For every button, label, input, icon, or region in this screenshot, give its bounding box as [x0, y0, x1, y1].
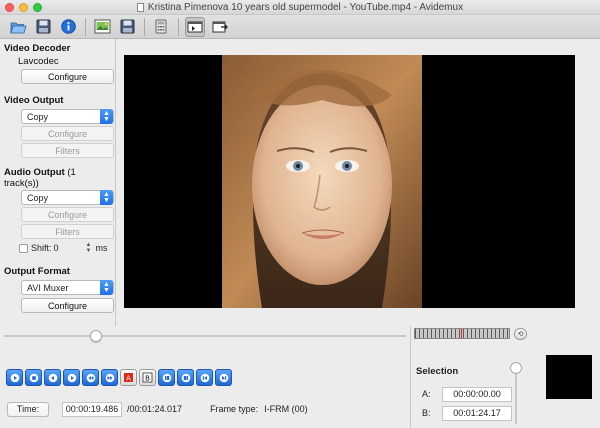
document-icon — [136, 2, 144, 12]
previous-frame-button[interactable] — [44, 369, 61, 386]
toolbar — [0, 15, 600, 39]
video-frame-image — [222, 55, 422, 308]
marker-b-row: B: 00:01:24.17 — [416, 405, 512, 421]
previous-keyframe-button[interactable] — [82, 369, 99, 386]
open-image-icon[interactable] — [92, 17, 112, 37]
volume-knob[interactable] — [510, 362, 522, 374]
select-arrows-icon: ▲ ▼ — [100, 190, 113, 205]
audio-output-filters-button[interactable]: Filters — [21, 224, 114, 239]
video-decoder-codec: Lavcodec — [18, 56, 59, 67]
svg-text:B: B — [145, 374, 150, 382]
audio-output-title: Audio Output — [4, 167, 65, 178]
jog-shuttle[interactable] — [414, 328, 510, 339]
marker-a-row: A: 00:00:00.00 — [416, 386, 512, 402]
audio-output-select[interactable]: Copy ▲ ▼ — [21, 190, 114, 205]
audio-output-selected: Copy — [27, 192, 49, 203]
output-format-select[interactable]: AVI Muxer ▲ ▼ — [21, 280, 114, 295]
svg-text:A: A — [126, 374, 131, 382]
current-time-field[interactable]: 00:00:19.486 — [62, 401, 122, 417]
total-duration: /00:01:24.017 — [127, 404, 183, 414]
audio-shift-row: Shift: 0 ▲ ▼ ms — [19, 241, 111, 255]
select-arrows-icon: ▲ ▼ — [100, 280, 113, 295]
timeline-knob[interactable] — [90, 330, 103, 342]
video-output-select[interactable]: Copy ▲ ▼ — [21, 109, 114, 124]
maximize-window-button[interactable] — [33, 3, 42, 12]
shift-stepper[interactable]: ▲ ▼ — [85, 241, 93, 255]
output-format-selected: AVI Muxer — [27, 282, 69, 293]
settings-panel: Video Decoder Lavcodec Configure Video O… — [0, 39, 116, 326]
video-output-configure-button[interactable]: Configure — [21, 126, 114, 141]
shift-unit: ms — [95, 243, 108, 253]
transport-controls: A B — [6, 369, 232, 386]
audio-output-heading: Audio Output (1 track(s)) — [4, 167, 111, 189]
info-icon[interactable] — [58, 17, 78, 37]
window-controls — [5, 3, 42, 12]
output-preview-icon[interactable] — [210, 17, 230, 37]
frame-type-value: I-FRM (00) — [264, 404, 308, 414]
video-output-heading: Video Output — [4, 95, 64, 106]
previous-black-frame-button[interactable] — [158, 369, 175, 386]
time-row: Time: 00:00:19.486 /00:01:24.017 Frame t… — [7, 401, 308, 417]
video-area — [117, 39, 600, 326]
marker-b-field[interactable]: 00:01:24.17 — [442, 405, 512, 421]
window-title-text: Kristina Pimenova 10 years old supermode… — [147, 1, 464, 13]
play-button[interactable] — [6, 369, 23, 386]
divider — [410, 326, 411, 428]
shift-input[interactable]: 0 — [52, 241, 82, 255]
time-button[interactable]: Time: — [7, 401, 49, 417]
jog-marker — [461, 329, 462, 338]
timeline-track[interactable] — [4, 335, 406, 337]
input-preview-icon[interactable] — [185, 16, 205, 37]
close-window-button[interactable] — [5, 3, 14, 12]
set-marker-b-button[interactable]: B — [139, 369, 156, 386]
set-marker-a-button[interactable]: A — [120, 369, 137, 386]
toolbar-separator — [178, 17, 179, 36]
video-frame — [124, 55, 575, 308]
video-decoder-configure-button[interactable]: Configure — [21, 69, 114, 84]
toolbar-separator — [144, 17, 145, 36]
video-decoder-heading: Video Decoder — [4, 43, 71, 54]
selection-panel: Selection A: 00:00:00.00 B: 00:01:24.17 — [416, 366, 512, 424]
marker-b-label: B: — [422, 408, 431, 418]
audio-output-configure-button[interactable]: Configure — [21, 207, 114, 222]
volume-slider[interactable] — [515, 366, 517, 424]
minimize-window-button[interactable] — [19, 3, 28, 12]
window-title: Kristina Pimenova 10 years old supermode… — [136, 1, 464, 13]
open-folder-icon[interactable] — [8, 17, 28, 37]
save-icon[interactable] — [33, 17, 53, 37]
next-keyframe-button[interactable] — [101, 369, 118, 386]
go-to-last-frame-button[interactable] — [215, 369, 232, 386]
next-frame-button[interactable] — [63, 369, 80, 386]
jog-reset-icon[interactable]: ⟲ — [514, 328, 527, 340]
output-format-heading: Output Format — [4, 266, 70, 277]
shift-label: Shift: — [31, 243, 52, 253]
calculator-icon[interactable] — [151, 17, 171, 37]
next-black-frame-button[interactable] — [177, 369, 194, 386]
save-image-icon[interactable] — [117, 17, 137, 37]
select-arrows-icon: ▲ ▼ — [100, 109, 113, 124]
marker-a-field[interactable]: 00:00:00.00 — [442, 386, 512, 402]
title-bar: Kristina Pimenova 10 years old supermode… — [0, 0, 600, 15]
output-format-configure-button[interactable]: Configure — [21, 298, 114, 313]
video-output-selected: Copy — [27, 111, 49, 122]
toolbar-separator — [85, 17, 86, 36]
frame-type-label: Frame type: — [210, 404, 259, 414]
marker-a-label: A: — [422, 389, 431, 399]
audio-meter — [546, 355, 592, 399]
timeline-slider[interactable] — [0, 326, 410, 346]
selection-heading: Selection — [416, 366, 459, 377]
shift-checkbox[interactable] — [19, 243, 28, 253]
video-output-filters-button[interactable]: Filters — [21, 143, 114, 158]
go-to-first-frame-button[interactable] — [196, 369, 213, 386]
stop-button[interactable] — [25, 369, 42, 386]
